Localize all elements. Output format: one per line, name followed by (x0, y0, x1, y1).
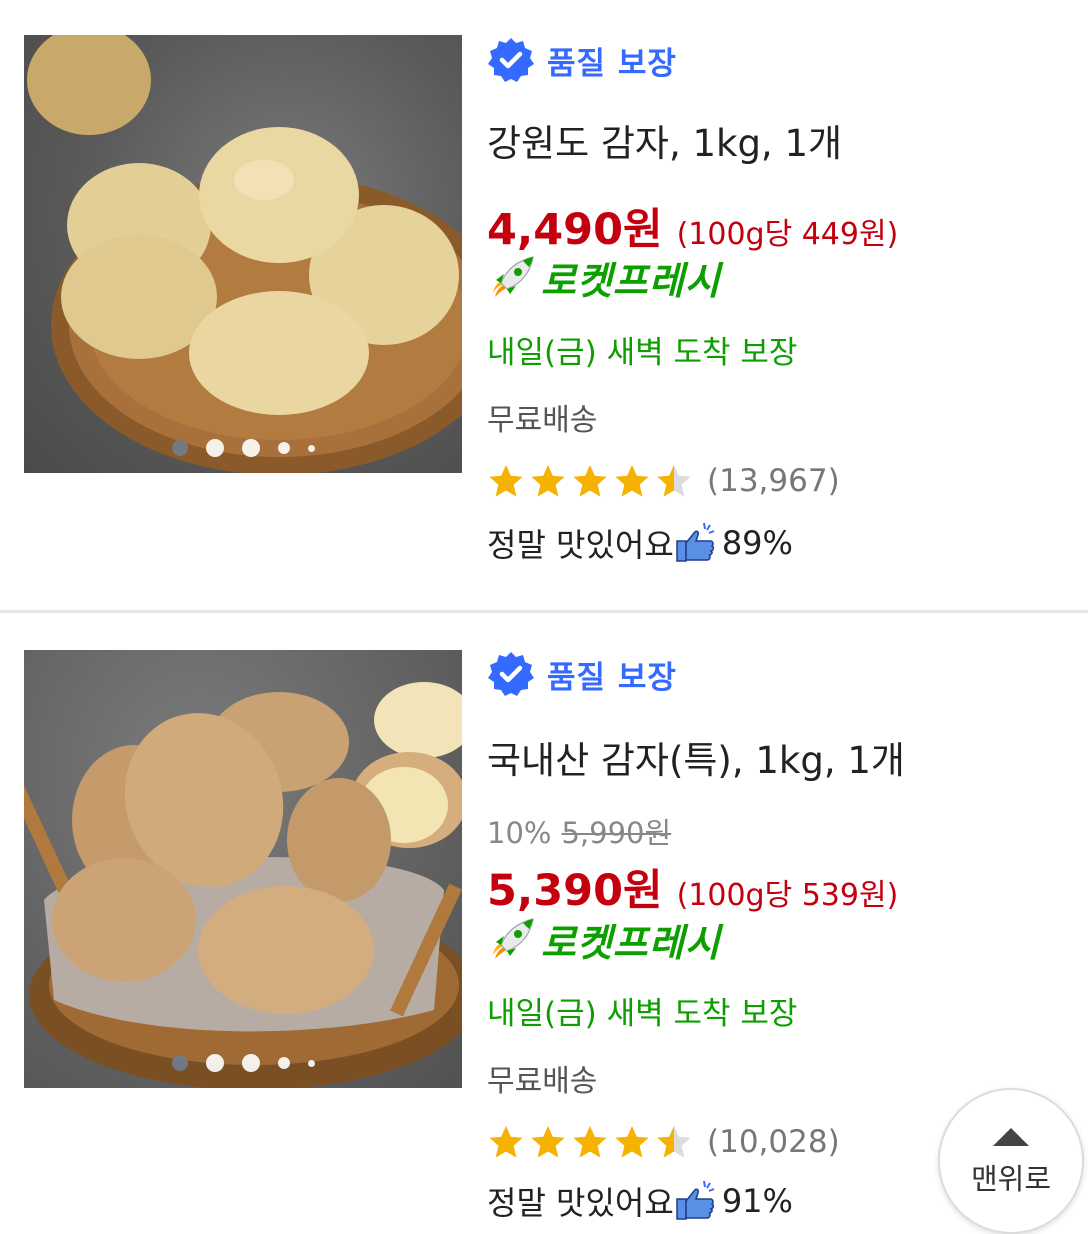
arrow-up-icon (993, 1128, 1029, 1146)
product-image[interactable] (24, 650, 462, 1088)
scroll-to-top-label: 맨위로 (970, 1162, 1052, 1196)
price-row: 4,490원 (100g당 449원) (487, 195, 898, 257)
image-pagination (24, 439, 462, 457)
discount-rate: 10% (487, 816, 552, 850)
rocket-fresh-badge: 로켓프레시 (487, 912, 721, 967)
scroll-to-top-button[interactable]: 맨위로 (938, 1088, 1084, 1234)
star-rating (487, 462, 693, 500)
page-dot[interactable] (171, 440, 188, 456)
quality-badge-label: 품질 보장 (547, 45, 677, 82)
verified-check-icon (487, 650, 535, 698)
rocket-fresh-label: 로켓프레시 (541, 921, 721, 965)
page-dot[interactable] (205, 1054, 224, 1072)
sale-price: 5,390원 (487, 866, 663, 916)
product-image[interactable] (24, 35, 462, 473)
delivery-guarantee: 내일(금) 새벽 도착 보장 (487, 335, 798, 371)
free-shipping: 무료배송 (487, 403, 598, 438)
original-price-row: 10% 5,990원 (487, 810, 671, 852)
product-title[interactable]: 강원도 감자, 1kg, 1개 (487, 113, 842, 167)
star-icon (487, 462, 525, 500)
page-dot[interactable] (205, 439, 224, 457)
sale-price: 4,490원 (487, 205, 663, 255)
rocket-icon (487, 253, 537, 303)
star-icon (571, 1123, 609, 1161)
rocket-icon (487, 915, 537, 965)
taste-percent: 91% (721, 1182, 793, 1220)
product-divider (0, 610, 1088, 613)
free-shipping: 무료배송 (487, 1064, 598, 1099)
product-card[interactable] (0, 0, 1088, 610)
rocket-fresh-badge: 로켓프레시 (487, 250, 721, 305)
page-dot[interactable] (307, 1059, 315, 1067)
star-half-icon (655, 1123, 693, 1161)
taste-label: 정말 맛있어요 (487, 1184, 674, 1222)
star-icon (613, 462, 651, 500)
verified-check-icon (487, 36, 535, 84)
product-title[interactable]: 국내산 감자(특), 1kg, 1개 (487, 730, 905, 784)
original-price: 5,990원 (561, 816, 672, 850)
star-half-icon (655, 462, 693, 500)
quality-badge: 품질 보장 (487, 36, 677, 84)
taste-label: 정말 맛있어요 (487, 526, 674, 564)
review-count: (10,028) (707, 1124, 840, 1160)
star-icon (487, 1123, 525, 1161)
potato-photo-2 (24, 682, 462, 1088)
thumbs-up-icon (674, 521, 718, 565)
taste-feedback: 정말 맛있어요 91% (487, 1178, 793, 1224)
review-count: (13,967) (707, 463, 840, 499)
page-dot[interactable] (277, 442, 290, 454)
taste-feedback: 정말 맛있어요 89% (487, 520, 793, 566)
star-icon (529, 462, 567, 500)
thumbs-up-icon (674, 1179, 718, 1223)
quality-badge: 품질 보장 (487, 650, 677, 698)
page-dot[interactable] (171, 1055, 188, 1071)
unit-price: (100g당 539원) (676, 878, 899, 913)
rating-row: (10,028) (487, 1123, 840, 1161)
quality-badge-label: 품질 보장 (547, 659, 677, 696)
page-dot[interactable] (307, 444, 315, 452)
star-icon (571, 462, 609, 500)
page-dot[interactable] (241, 1054, 260, 1072)
image-pagination (24, 1054, 462, 1072)
page-dot[interactable] (277, 1057, 290, 1069)
unit-price: (100g당 449원) (676, 217, 899, 252)
price-row: 5,390원 (100g당 539원) (487, 856, 898, 918)
rating-row: (13,967) (487, 462, 840, 500)
star-icon (529, 1123, 567, 1161)
page-dot[interactable] (241, 439, 260, 457)
star-rating (487, 1123, 693, 1161)
delivery-guarantee: 내일(금) 새벽 도착 보장 (487, 996, 798, 1032)
rocket-fresh-label: 로켓프레시 (541, 259, 721, 303)
taste-percent: 89% (721, 524, 793, 562)
star-icon (613, 1123, 651, 1161)
potato-photo-1 (27, 35, 462, 473)
